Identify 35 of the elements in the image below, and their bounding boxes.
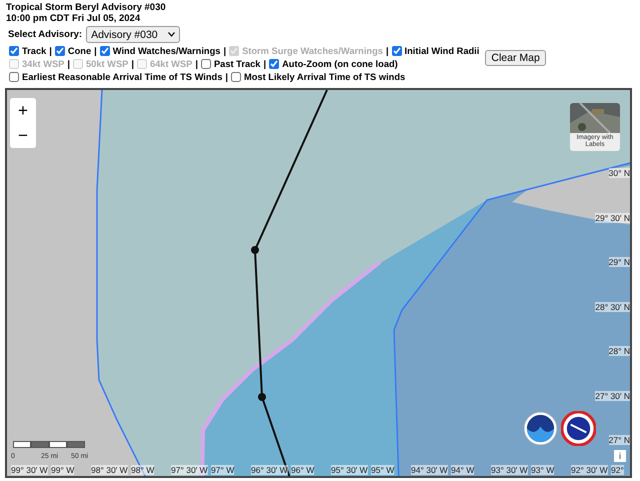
layer-label: Track — [22, 46, 46, 56]
separator: | — [67, 58, 70, 68]
select-label: Select Advisory: — [8, 29, 82, 40]
advisory-time: 10:00 pm CDT Fri Jul 05, 2024 — [6, 13, 142, 24]
layer-label: Cone — [68, 46, 92, 56]
layer-label: 34kt WSP — [22, 58, 64, 68]
layer-checkbox[interactable] — [9, 46, 19, 56]
separator: | — [263, 58, 266, 68]
advisory-title: Tropical Storm Beryl Advisory #030 — [6, 2, 167, 13]
separator: | — [49, 46, 52, 56]
layer-checkbox[interactable] — [200, 58, 211, 68]
layer-label: Earliest Reasonable Arrival Time of TS Winds — [22, 72, 222, 82]
layer-checkbox[interactable] — [392, 46, 402, 56]
layer-checkbox[interactable] — [231, 72, 241, 82]
layer-label: Storm Surge Watches/Warnings — [242, 46, 383, 56]
separator: | — [195, 58, 198, 68]
layer-label: Auto-Zoom (on cone load) — [282, 58, 398, 68]
layer-checkbox[interactable] — [54, 46, 65, 56]
layer-checkbox[interactable] — [100, 46, 110, 56]
separator: | — [223, 46, 226, 56]
separator: | — [94, 46, 97, 56]
separator: | — [386, 46, 389, 56]
layer-label: 64kt WSP — [150, 58, 192, 68]
clear-map-button[interactable]: Clear Map — [485, 50, 546, 66]
layer-label: Past Track — [214, 58, 260, 68]
advisory-select[interactable]: Advisory #030 — [86, 26, 180, 43]
layer-checkbox[interactable] — [269, 58, 280, 68]
layer-label: Wind Watches/Warnings — [112, 46, 220, 56]
layer-label: Initial Wind Radii — [404, 46, 480, 56]
layer-checkbox[interactable] — [9, 72, 19, 82]
layer-label: Most Likely Arrival Time of TS winds — [244, 72, 406, 82]
layer-label: 50kt WSP — [86, 58, 128, 68]
chevron-icon — [168, 32, 175, 37]
separator: | — [225, 72, 228, 82]
separator: | — [131, 58, 134, 68]
